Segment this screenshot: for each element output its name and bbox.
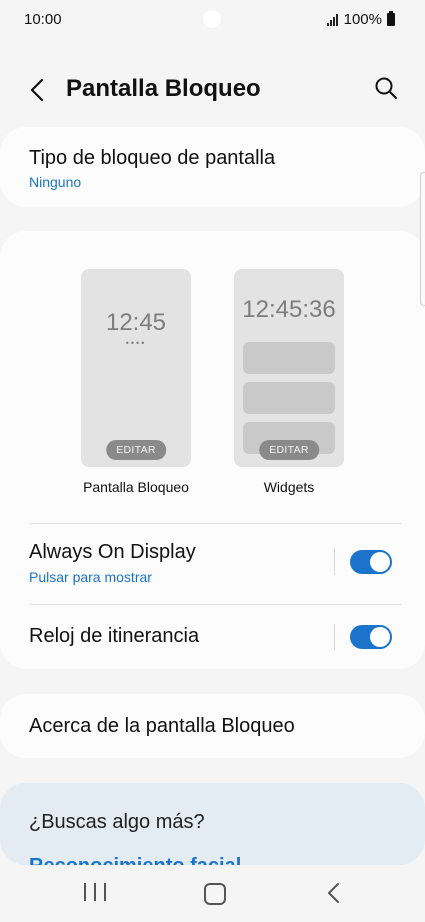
suggestions-title: ¿Buscas algo más?: [29, 811, 205, 833]
app-header: Pantalla Bloqueo: [0, 60, 425, 120]
battery-icon: [387, 11, 395, 26]
separator: [334, 624, 335, 650]
always-on-toggle[interactable]: [350, 550, 392, 574]
widgets-preview[interactable]: 12:45:36 EDITAR: [234, 269, 344, 467]
roaming-clock-item[interactable]: Reloj de itinerancia: [0, 605, 425, 669]
status-time: 10:00: [24, 11, 62, 28]
search-icon[interactable]: [373, 75, 399, 101]
suggestions-card: ¿Buscas algo más? Reconocimiento facial: [0, 783, 425, 865]
lock-preview-label: Pantalla Bloqueo: [83, 479, 189, 495]
edit-lock-button[interactable]: EDITAR: [106, 440, 166, 460]
lock-type-title: Tipo de bloqueo de pantalla: [29, 147, 276, 169]
home-icon[interactable]: [204, 883, 226, 905]
scrollbar[interactable]: [420, 172, 425, 306]
about-title: Acerca de la pantalla Bloqueo: [29, 715, 295, 737]
roaming-clock-toggle[interactable]: [350, 625, 392, 649]
about-lock-screen-item[interactable]: Acerca de la pantalla Bloqueo: [0, 694, 425, 758]
widget-placeholder: [243, 382, 335, 414]
status-bar: 10:00 100%: [0, 0, 425, 40]
always-on-subtitle: Pulsar para mostrar: [29, 569, 152, 585]
face-recognition-link[interactable]: Reconocimiento facial: [29, 855, 241, 865]
back-arrow-icon[interactable]: [26, 76, 50, 104]
page-title: Pantalla Bloqueo: [66, 75, 261, 102]
widgets-clock: 12:45:36: [242, 296, 336, 323]
lock-type-item[interactable]: Tipo de bloqueo de pantalla Ninguno: [0, 127, 425, 207]
always-on-display-item[interactable]: Always On Display Pulsar para mostrar: [0, 524, 425, 604]
preview-dots: ••••: [125, 338, 147, 348]
widget-placeholder: [243, 342, 335, 374]
always-on-title: Always On Display: [29, 541, 196, 563]
separator: [334, 549, 335, 575]
preview-clock: 12:45: [105, 309, 167, 336]
lock-settings-card: 12:45 •••• EDITAR Pantalla Bloqueo 12:45…: [0, 231, 425, 669]
roaming-clock-title: Reloj de itinerancia: [29, 625, 200, 647]
lock-type-value: Ninguno: [29, 174, 82, 190]
recent-apps-icon[interactable]: [84, 883, 106, 903]
status-indicators: 100%: [326, 11, 395, 28]
lock-screen-preview[interactable]: 12:45 •••• EDITAR: [81, 269, 191, 467]
battery-percent: 100%: [343, 11, 382, 28]
camera-cutout: [203, 10, 221, 28]
edit-widgets-button[interactable]: EDITAR: [259, 440, 319, 460]
widgets-preview-label: Widgets: [263, 479, 315, 495]
signal-icon: [326, 13, 338, 26]
nav-back-icon[interactable]: [326, 882, 342, 904]
navigation-bar: [0, 865, 425, 922]
